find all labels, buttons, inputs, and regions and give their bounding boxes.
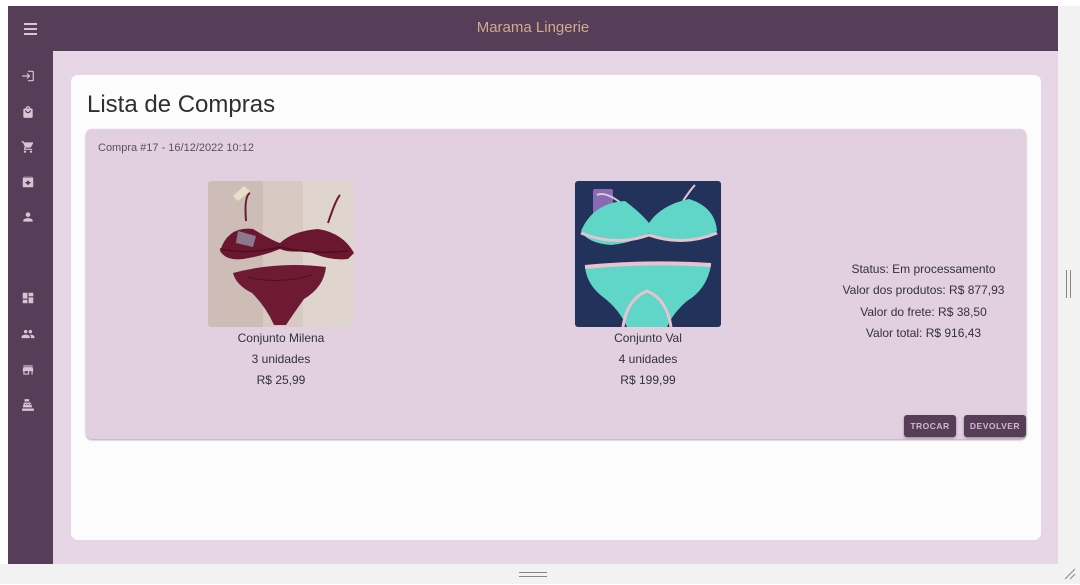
products-value: Valor dos produtos: R$ 877,93 — [842, 283, 1005, 298]
order-card: Compra #17 - 16/12/2022 10:12 Conjunto M… — [86, 129, 1026, 439]
shipping-value: Valor do frete: R$ 38,50 — [860, 304, 987, 319]
product-name: Conjunto Val — [614, 331, 682, 345]
product-price: R$ 25,99 — [256, 373, 306, 387]
resize-corner-icon[interactable] — [1062, 566, 1076, 580]
burgundy-lace-lingerie-set-photo — [208, 181, 354, 327]
product-item: Conjunto Val 4 unidades R$ 199,99 — [558, 181, 738, 388]
cart-icon[interactable] — [21, 140, 35, 154]
login-icon[interactable] — [21, 69, 35, 83]
product-quantity: 4 unidades — [618, 352, 678, 366]
total-value: Valor total: R$ 916,43 — [865, 325, 982, 340]
purchase-list-card: Lista de Compras Compra #17 - 16/12/2022… — [71, 75, 1041, 540]
return-button[interactable]: DEVOLVER — [964, 415, 1026, 437]
vertical-resize-grip-icon[interactable] — [1066, 270, 1072, 298]
person-icon[interactable] — [21, 210, 35, 224]
product-price: R$ 199,99 — [620, 373, 676, 387]
product-name: Conjunto Milena — [237, 331, 325, 345]
order-summary: Status: Em processamento Valor dos produ… — [826, 259, 1021, 344]
store-icon[interactable] — [21, 363, 35, 377]
turquoise-lace-lingerie-set-photo — [575, 181, 721, 327]
order-status: Status: Em processamento — [851, 262, 996, 276]
cash-register-icon[interactable] — [21, 398, 35, 412]
product-quantity: 3 unidades — [251, 352, 311, 366]
archive-icon[interactable] — [21, 175, 35, 189]
app-window: Marama Lingerie Lista de Compras Compra … — [8, 6, 1058, 564]
sidebar — [8, 51, 53, 564]
dashboard-icon[interactable] — [21, 291, 35, 305]
horizontal-resize-grip-icon[interactable] — [519, 572, 547, 578]
exchange-button[interactable]: TROCAR — [904, 415, 956, 437]
page-title: Lista de Compras — [87, 91, 276, 118]
product-item: Conjunto Milena 3 unidades R$ 25,99 — [191, 181, 371, 388]
shopping-bag-icon[interactable] — [21, 105, 35, 119]
order-header: Compra #17 - 16/12/2022 10:12 — [98, 142, 254, 154]
people-icon[interactable] — [21, 327, 35, 341]
app-title: Marama Lingerie — [476, 19, 590, 36]
top-app-bar: Marama Lingerie — [8, 6, 1058, 51]
